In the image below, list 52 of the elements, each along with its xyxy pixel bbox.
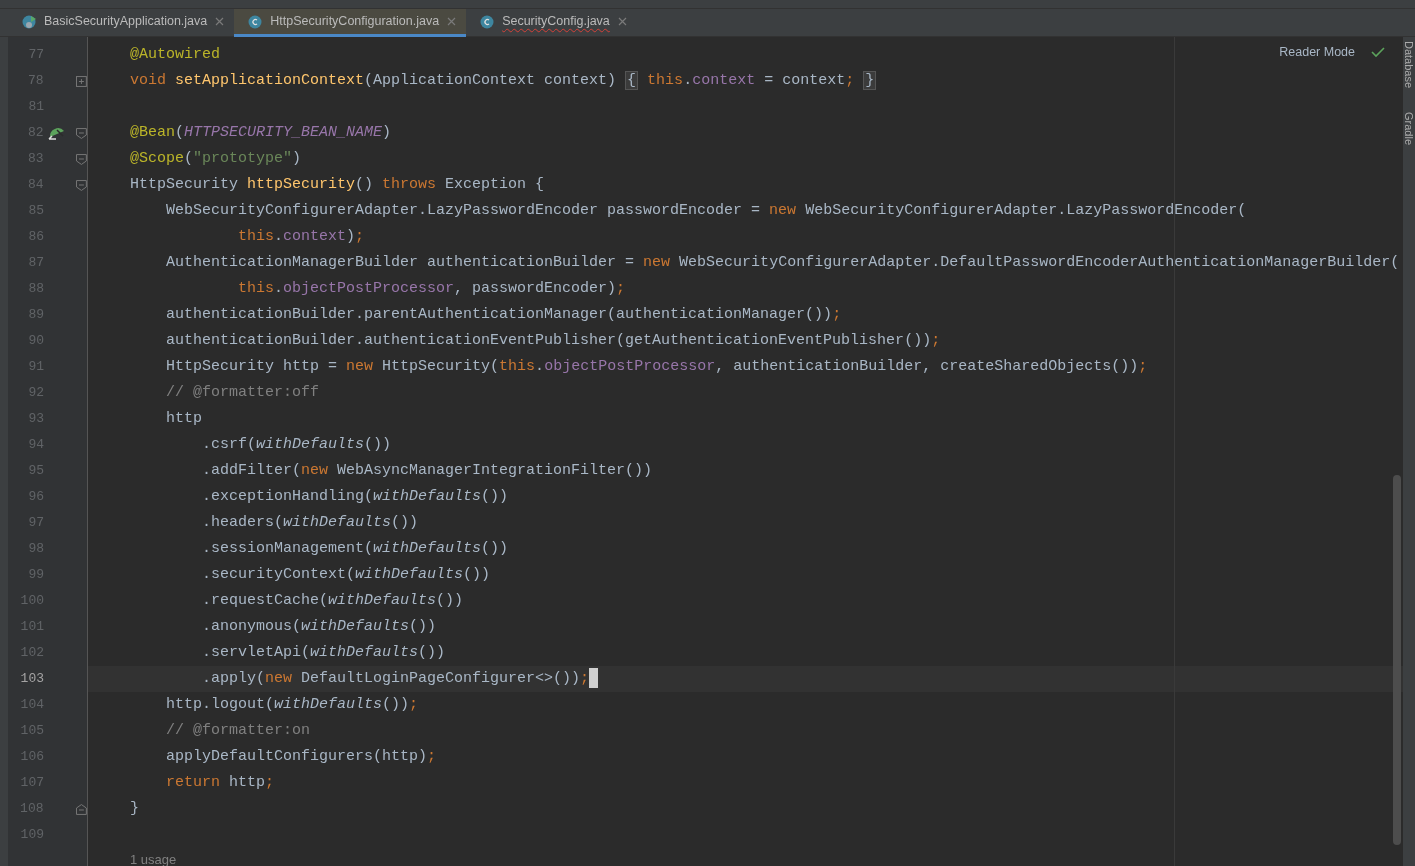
- code-line: .addFilter(new WebAsyncManagerIntegrationFilter()): [201, 462, 653, 479]
- code-line: this.objectPostProcessor, passwordEncoder);: [237, 280, 626, 297]
- class-icon: [248, 14, 263, 29]
- close-icon: [617, 17, 627, 26]
- code-line: this.context);: [237, 228, 365, 245]
- editor-tab[interactable]: BasicSecurityApplication.java: [8, 9, 235, 37]
- code-line: // @formatter:on: [165, 722, 311, 739]
- editor-tab[interactable]: HttpSecurityConfiguration.java: [234, 9, 467, 37]
- class-run-icon: [22, 14, 36, 29]
- code-line: http: [165, 410, 202, 427]
- code-line: return http;: [165, 774, 275, 791]
- collapse-icon[interactable]: [76, 127, 87, 139]
- close-icon: [447, 17, 457, 26]
- code-line: authenticationBuilder.authenticationEventPublisher(getAuthenticationEventPublisher());: [165, 332, 941, 349]
- code-line: authenticationBuilder.parentAuthenticationManager(authenticationManager());: [165, 306, 842, 323]
- code-line: .requestCache(withDefaults()): [201, 592, 464, 609]
- code-line: .exceptionHandling(withDefaults()): [201, 488, 509, 505]
- tool-window-button[interactable]: Database: [1400, 41, 1415, 89]
- line-number: 103: [19, 670, 44, 688]
- code-line: .apply(new DefaultLoginPageConfigurer<>());: [201, 670, 590, 687]
- code-line: // @formatter:off: [165, 384, 320, 401]
- code-line: .headers(withDefaults()): [201, 514, 419, 531]
- code-line: @Scope("prototype"): [130, 150, 302, 167]
- tool-window-button[interactable]: Gradle: [1400, 112, 1415, 146]
- code-line: .csrf(withDefaults()): [201, 436, 392, 453]
- code-line: http.logout(withDefaults());: [165, 696, 419, 713]
- collapse-icon[interactable]: [76, 803, 87, 815]
- close-icon: [215, 17, 225, 26]
- bean-icon: [47, 125, 65, 141]
- code-line: }: [130, 800, 139, 817]
- code-line: AuthenticationManagerBuilder authenticationBuilder = new WebSecurityConfigurerAdapter.DefaultPasswordEncoderAuthenticationManagerBuilder(: [165, 254, 1400, 271]
- code-line: @Bean(HTTPSECURITY_BEAN_NAME): [130, 124, 392, 141]
- code-line: .anonymous(withDefaults()): [201, 618, 437, 635]
- collapse-icon[interactable]: [76, 153, 87, 165]
- usages-hint[interactable]: 1 usage: [130, 852, 177, 866]
- code-line: @Autowired: [130, 46, 220, 63]
- editor-tab[interactable]: SecurityConfig.java: [466, 9, 637, 37]
- code-line: HttpSecurity httpSecurity() throws Exception {: [130, 176, 545, 193]
- collapse-icon[interactable]: [76, 179, 87, 191]
- reader-mode-link[interactable]: Reader Mode: [1279, 43, 1355, 62]
- code-line: .servletApi(withDefaults()): [201, 644, 446, 661]
- scrollbar-thumb[interactable]: [1393, 475, 1401, 845]
- class-icon: [480, 14, 495, 29]
- code-line: applyDefaultConfigurers(http);: [165, 748, 437, 765]
- code-line: .securityContext(withDefaults()): [201, 566, 491, 583]
- code-line: void setApplicationContext(ApplicationContext context) { this.context = context; }: [130, 72, 877, 89]
- text-cursor: [589, 668, 599, 689]
- code-line: HttpSecurity http = new HttpSecurity(this.objectPostProcessor, authenticationBuilder, createSharedObjects());: [165, 358, 1148, 375]
- code-line: WebSecurityConfigurerAdapter.LazyPasswordEncoder passwordEncoder = new WebSecurityConfigurerAdapter.LazyPasswordEncoder(: [165, 202, 1247, 219]
- check-icon: [1371, 46, 1385, 59]
- code-line: .sessionManagement(withDefaults()): [201, 540, 509, 557]
- expand-icon[interactable]: [76, 75, 87, 87]
